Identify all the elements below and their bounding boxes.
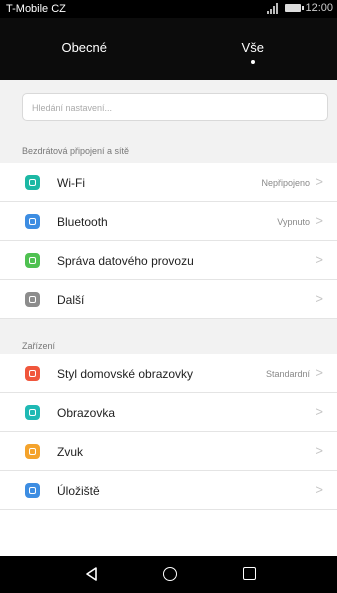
tab-general[interactable]: Obecné [0,18,169,80]
item-label: Správa datového provozu [57,254,194,268]
wifi-icon [25,175,40,190]
item-label: Další [57,293,85,307]
item-value: Vypnuto [277,217,310,227]
chevron-right-icon: > [315,213,323,228]
section-header-wireless: Bezdrátová připojení a sítě [22,146,130,156]
settings-item-data-usage[interactable]: Správa datového provozu > [0,241,337,280]
recent-apps-icon[interactable] [243,567,256,580]
more-icon [25,292,40,307]
chevron-right-icon: > [315,482,323,497]
settings-item-partial [0,510,337,556]
storage-icon [25,483,40,498]
item-label: Wi-Fi [57,176,85,190]
tab-bar: Obecné Vše [0,18,337,80]
item-label: Zvuk [57,445,84,459]
item-label: Obrazovka [57,406,116,420]
settings-item-home-style[interactable]: Styl domovské obrazovky Standardní > [0,354,337,393]
settings-item-more[interactable]: Další > [0,280,337,319]
carrier-name: T-Mobile CZ [6,3,66,15]
sound-icon [25,444,40,459]
settings-item-sound[interactable]: Zvuk > [0,432,337,471]
chevron-right-icon: > [315,404,323,419]
chevron-right-icon: > [315,291,323,306]
item-label: Bluetooth [57,215,108,229]
item-value: Standardní [265,369,310,379]
bluetooth-icon [25,214,40,229]
data-usage-icon [25,253,40,268]
display-icon [25,405,40,420]
home-icon[interactable] [163,567,177,581]
chevron-right-icon: > [315,443,323,458]
search-input[interactable]: Hledání nastavení... [22,93,328,121]
tab-all[interactable]: Vše [169,18,337,80]
settings-item-bluetooth[interactable]: Bluetooth Vypnuto > [0,202,337,241]
signal-icon [265,2,279,14]
chevron-right-icon: > [315,252,323,267]
status-bar: T-Mobile CZ 12:00 [0,0,337,18]
settings-item-storage[interactable]: Úložiště > [0,471,337,510]
back-icon[interactable] [84,566,100,582]
clock: 12:00 [305,2,333,14]
item-label: Úložiště [57,484,100,498]
tab-general-label: Obecné [61,40,108,55]
tab-selected-indicator [250,60,255,64]
home-style-icon [25,366,40,381]
item-value: Nepřipojeno [261,178,310,188]
item-label: Styl domovské obrazovky [57,367,194,381]
chevron-right-icon: > [315,174,323,189]
settings-item-wifi[interactable]: Wi-Fi Nepřipojeno > [0,163,337,202]
navigation-bar [0,556,337,593]
status-icons: 12:00 [265,2,333,14]
tab-all-label: Vše [241,40,264,55]
battery-icon [285,4,305,12]
settings-item-display[interactable]: Obrazovka > [0,393,337,432]
chevron-right-icon: > [315,365,323,380]
